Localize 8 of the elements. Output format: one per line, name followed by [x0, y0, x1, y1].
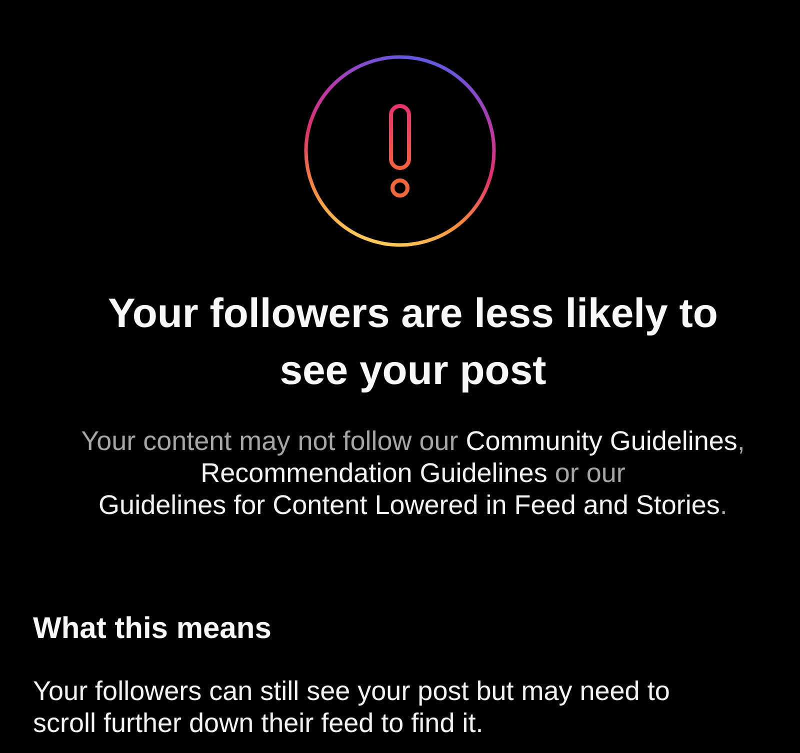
section-body: Your followers can still see your post but may need to scroll further down their feed to find it.	[33, 675, 671, 739]
guidelines-link[interactable]: Community Guidelines	[466, 426, 738, 456]
notice-title: Your followers are less likely to see your post	[107, 289, 719, 395]
section-heading: What this means	[33, 613, 272, 645]
warning-icon	[304, 55, 496, 247]
guidelines-link[interactable]: Recommendation Guidelines	[200, 458, 548, 488]
guidelines-link[interactable]: Guidelines for Content Lowered in Feed and Stories	[98, 490, 720, 520]
notice-description: Your content may not follow our Community Guidelines, Recommendation Guidelines or our Guidelines for Content Lowered in Feed and Stories.	[80, 425, 746, 521]
